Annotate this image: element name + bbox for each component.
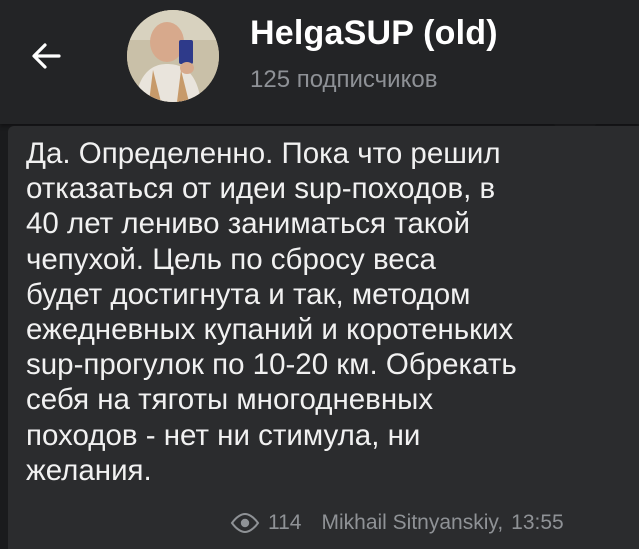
message-text: Да. Определенно. Пока что решил отказать…	[26, 137, 517, 487]
message-author: Mikhail Sitnyanskiy,	[321, 511, 504, 534]
avatar-image	[127, 10, 219, 102]
message-time: 13:55	[511, 511, 564, 534]
eye-icon	[230, 513, 260, 533]
message-meta: 114 Mikhail Sitnyanskiy, 13:55	[230, 510, 564, 536]
channel-title[interactable]: HelgaSUP (old)	[250, 14, 498, 53]
arrow-left-icon	[32, 43, 61, 69]
back-button[interactable]	[20, 30, 72, 82]
subscriber-count: 125 подписчиков	[250, 66, 438, 93]
channel-header[interactable]: HelgaSUP (old) 125 подписчиков	[0, 0, 639, 124]
channel-avatar[interactable]	[127, 10, 219, 102]
view-count: 114	[268, 511, 302, 534]
